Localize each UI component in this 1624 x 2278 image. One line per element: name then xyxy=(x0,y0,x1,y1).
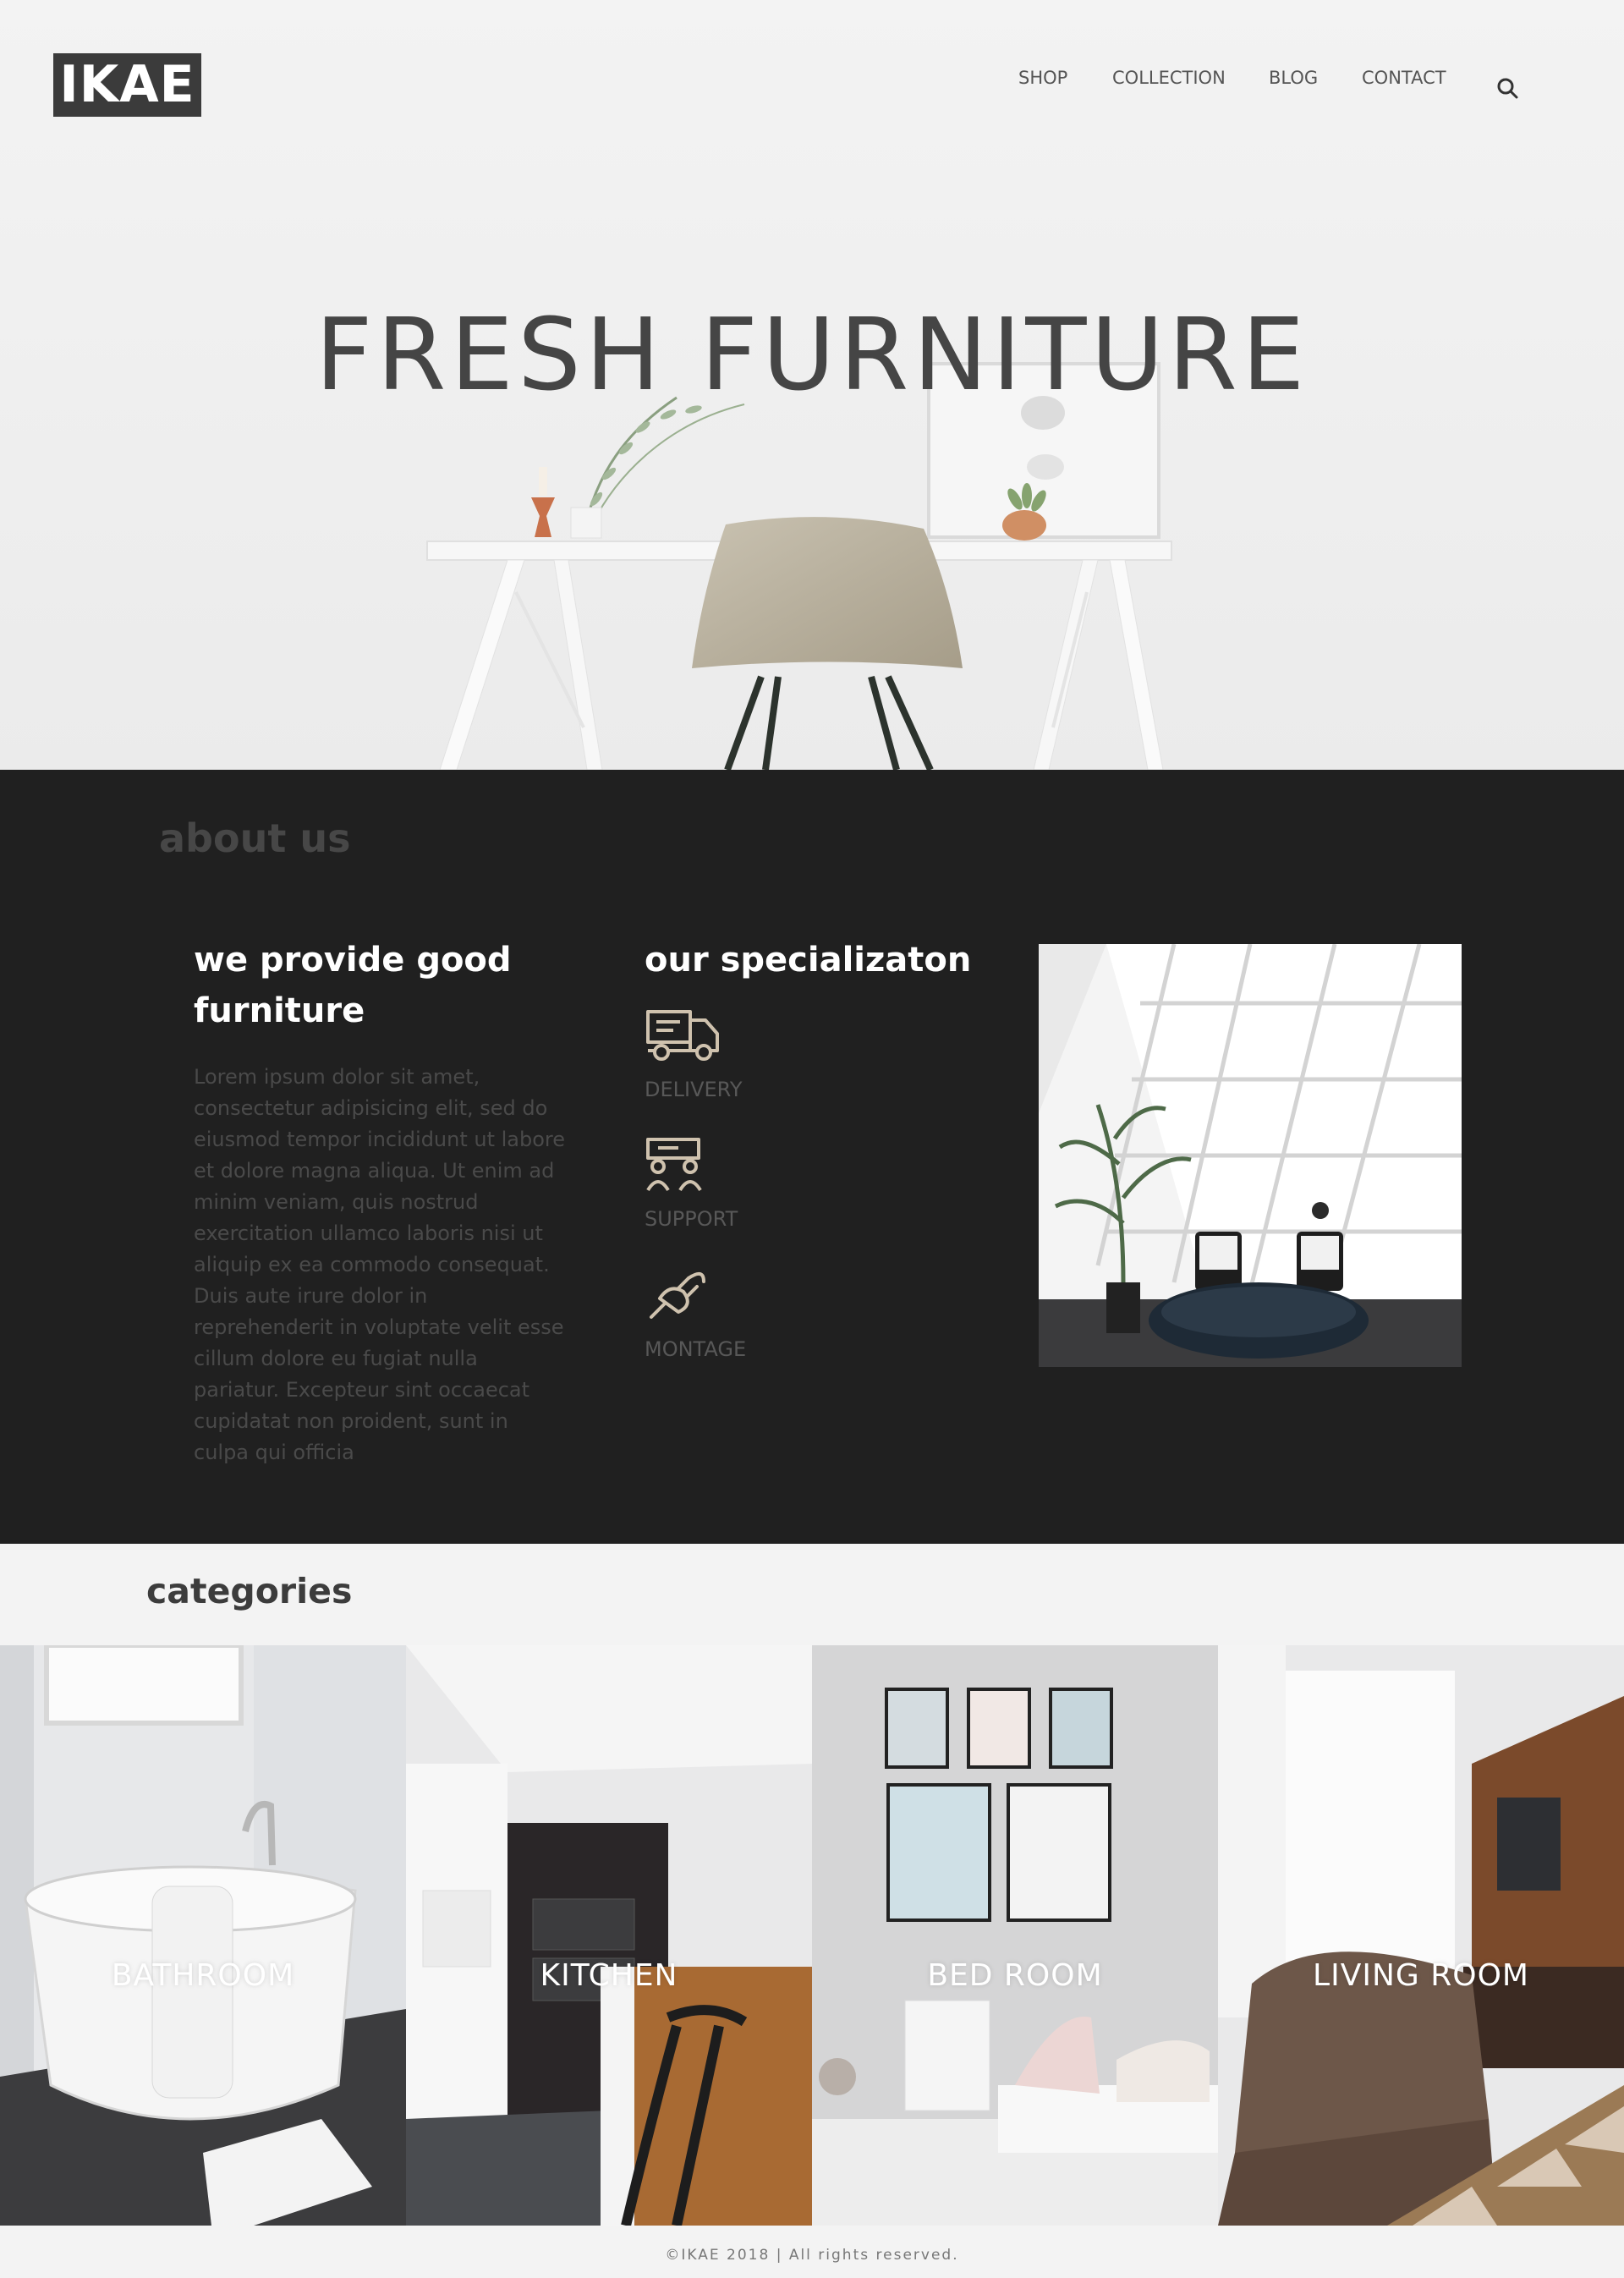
category-bedroom[interactable]: BED ROOM xyxy=(812,1645,1218,2226)
nav-blog[interactable]: BLOG xyxy=(1269,68,1318,88)
spec-delivery-label: DELIVERY xyxy=(645,1078,743,1101)
category-label-bedroom: BED ROOM xyxy=(927,1958,1103,1993)
copyright-text: ©IKAE 2018 | All rights reserved. xyxy=(665,2247,959,2264)
category-label-livingroom: LIVING ROOM xyxy=(1313,1958,1529,1993)
about-provide-title: we provide good furniture xyxy=(194,941,512,1030)
about-interior-photo xyxy=(1039,944,1462,1367)
category-bathroom[interactable]: BATHROOM xyxy=(0,1645,406,2226)
spec-delivery: DELIVERY xyxy=(645,1007,898,1101)
categories-grid: BATHROOM KITCHEN BED ROOM LIVING ROOM xyxy=(0,1645,1624,2226)
support-icon xyxy=(646,1138,702,1192)
specialization-title: our specializaton xyxy=(645,941,972,980)
about-section: about us we provide good furniture Lorem… xyxy=(0,770,1624,1544)
nav-shop[interactable]: SHOP xyxy=(1018,68,1067,88)
category-label-bathroom: BATHROOM xyxy=(111,1958,295,1993)
spec-montage-label: MONTAGE xyxy=(645,1337,747,1361)
category-label-kitchen: KITCHEN xyxy=(540,1958,678,1993)
livingroom-photo xyxy=(1218,1645,1624,2226)
kitchen-photo xyxy=(406,1645,812,2226)
spec-support: SUPPORT xyxy=(645,1136,898,1231)
category-kitchen[interactable]: KITCHEN xyxy=(406,1645,812,2226)
search-icon[interactable] xyxy=(1495,76,1521,102)
hero-section: IKAE SHOP COLLECTION BLOG CONTACT FRESH … xyxy=(0,0,1624,770)
about-heading: about us xyxy=(159,815,351,861)
spec-montage: MONTAGE xyxy=(645,1266,898,1361)
nav-contact[interactable]: CONTACT xyxy=(1362,68,1446,88)
spec-support-label: SUPPORT xyxy=(645,1207,738,1231)
category-livingroom[interactable]: LIVING ROOM xyxy=(1218,1645,1624,2226)
bedroom-photo xyxy=(812,1645,1218,2226)
about-description: Lorem ipsum dolor sit amet, consectetur … xyxy=(194,1065,566,1464)
truck-icon xyxy=(646,1010,719,1061)
site-logo[interactable]: IKAE xyxy=(53,53,201,117)
nav-collection[interactable]: COLLECTION xyxy=(1112,68,1226,88)
categories-heading: categories xyxy=(146,1571,353,1611)
plug-icon xyxy=(650,1271,705,1319)
site-footer: ©IKAE 2018 | All rights reserved. xyxy=(0,2226,1624,2278)
bathroom-photo xyxy=(0,1645,406,2226)
hero-title: FRESH FURNITURE xyxy=(315,296,1309,413)
